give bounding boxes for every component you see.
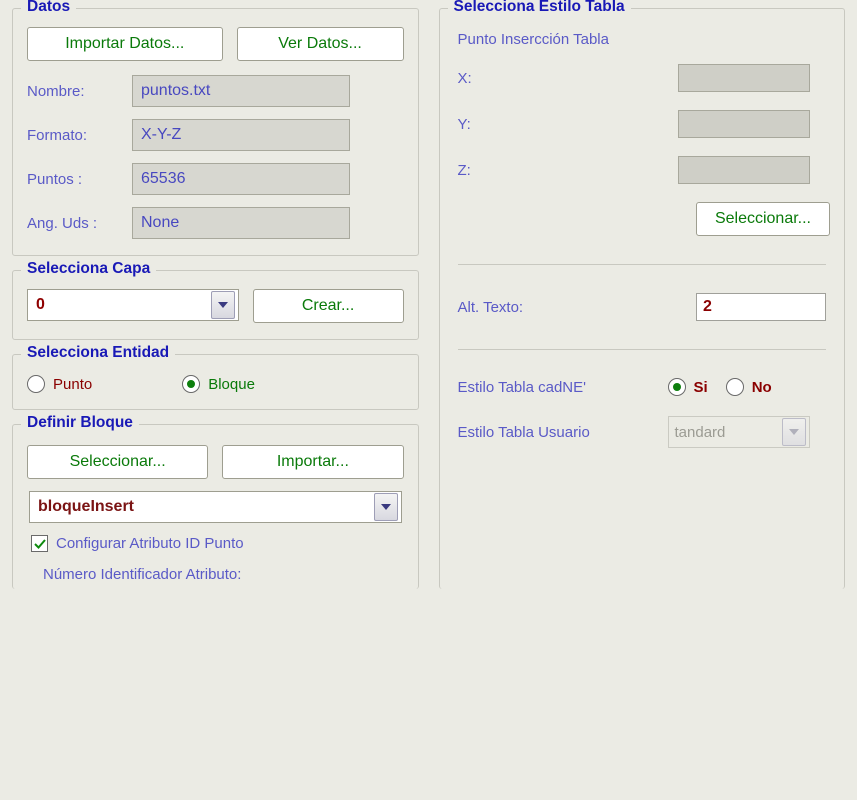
- alt-texto-input[interactable]: [696, 293, 826, 321]
- puntos-value: 65536: [132, 163, 350, 195]
- chevron-down-icon[interactable]: [211, 291, 235, 319]
- divider: [458, 264, 827, 265]
- alt-texto-label: Alt. Texto:: [458, 299, 697, 316]
- estilo-usuario-value: tandard: [669, 424, 779, 441]
- seleccionar-tabla-button[interactable]: Seleccionar...: [696, 202, 830, 236]
- divider: [458, 349, 827, 350]
- capa-combo-value: 0: [28, 296, 208, 314]
- radio-no[interactable]: No: [726, 378, 772, 396]
- estilo-cadne-label: Estilo Tabla cadNE': [458, 379, 658, 396]
- config-atributo-label: Configurar Atributo ID Punto: [56, 535, 244, 552]
- radio-si[interactable]: Si: [668, 378, 708, 396]
- chevron-down-icon[interactable]: [374, 493, 398, 521]
- chevron-down-icon: [782, 418, 806, 446]
- puntos-label: Puntos :: [27, 171, 132, 188]
- radio-icon: [668, 378, 686, 396]
- radio-punto-label: Punto: [53, 376, 92, 393]
- radio-icon: [27, 375, 45, 393]
- entidad-title: Selecciona Entidad: [21, 344, 175, 362]
- bloque-title: Definir Bloque: [21, 414, 139, 432]
- z-value: [678, 156, 810, 184]
- capa-combo[interactable]: 0: [27, 289, 239, 321]
- y-value: [678, 110, 810, 138]
- radio-bloque-label: Bloque: [208, 376, 255, 393]
- importar-bloque-button[interactable]: Importar...: [222, 445, 403, 479]
- crear-capa-button[interactable]: Crear...: [253, 289, 404, 323]
- radio-icon: [182, 375, 200, 393]
- capa-group: Selecciona Capa 0 Crear...: [12, 270, 419, 340]
- x-value: [678, 64, 810, 92]
- bloque-combo-value: bloqueInsert: [30, 498, 371, 516]
- ang-value: None: [132, 207, 350, 239]
- radio-no-label: No: [752, 379, 772, 396]
- formato-label: Formato:: [27, 127, 132, 144]
- z-label: Z:: [458, 162, 678, 179]
- ver-datos-button[interactable]: Ver Datos...: [237, 27, 404, 61]
- datos-title: Datos: [21, 0, 76, 16]
- punto-ins-label: Punto Insercción Tabla: [458, 31, 831, 48]
- config-atributo-checkbox[interactable]: [31, 535, 48, 552]
- x-label: X:: [458, 70, 678, 87]
- bloque-combo[interactable]: bloqueInsert: [29, 491, 402, 523]
- datos-group: Datos Importar Datos... Ver Datos... Nom…: [12, 8, 419, 256]
- capa-title: Selecciona Capa: [21, 260, 156, 278]
- num-identificador-label: Número Identificador Atributo:: [43, 566, 404, 583]
- radio-bloque[interactable]: Bloque: [182, 375, 255, 393]
- ang-label: Ang. Uds :: [27, 215, 132, 232]
- tabla-title: Selecciona Estilo Tabla: [448, 0, 631, 16]
- nombre-value: puntos.txt: [132, 75, 350, 107]
- importar-datos-button[interactable]: Importar Datos...: [27, 27, 223, 61]
- formato-value: X-Y-Z: [132, 119, 350, 151]
- bloque-group: Definir Bloque Seleccionar... Importar..…: [12, 424, 419, 589]
- estilo-usuario-combo: tandard: [668, 416, 810, 448]
- estilo-usuario-label: Estilo Tabla Usuario: [458, 424, 658, 441]
- tabla-group: Selecciona Estilo Tabla Punto Insercción…: [439, 8, 846, 589]
- y-label: Y:: [458, 116, 678, 133]
- radio-punto[interactable]: Punto: [27, 375, 92, 393]
- seleccionar-bloque-button[interactable]: Seleccionar...: [27, 445, 208, 479]
- radio-icon: [726, 378, 744, 396]
- radio-si-label: Si: [694, 379, 708, 396]
- entidad-group: Selecciona Entidad Punto Bloque: [12, 354, 419, 410]
- nombre-label: Nombre:: [27, 83, 132, 100]
